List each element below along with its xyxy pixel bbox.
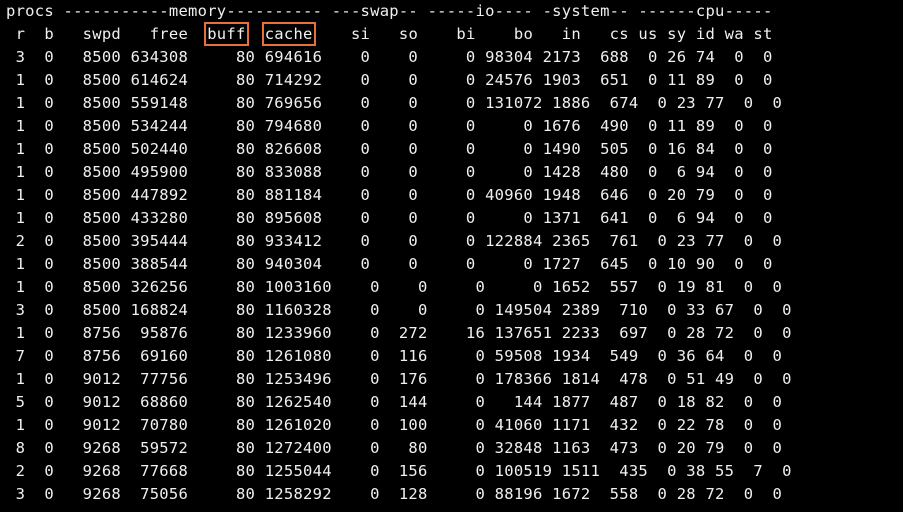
vmstat-row: 1 0 8500 433280 80 895608 0 0 0 0 1371 6… bbox=[6, 209, 773, 227]
vmstat-row: 2 0 9268 77668 80 1255044 0 156 0 100519… bbox=[6, 462, 792, 480]
header-group-line: procs -----------memory---------- ---swa… bbox=[6, 2, 773, 20]
vmstat-row: 1 0 9012 77756 80 1253496 0 176 0 178366… bbox=[6, 370, 792, 388]
vmstat-row: 8 0 9268 59572 80 1272400 0 80 0 32848 1… bbox=[6, 439, 783, 457]
buff-column-header: buff bbox=[204, 22, 249, 46]
vmstat-row: 3 0 8500 634308 80 694616 0 0 0 98304 21… bbox=[6, 48, 773, 66]
header-columns-left: r b swpd free bbox=[6, 25, 208, 43]
vmstat-row: 1 0 8500 326256 80 1003160 0 0 0 0 1652 … bbox=[6, 278, 783, 296]
vmstat-row: 1 0 8500 495900 80 833088 0 0 0 0 1428 4… bbox=[6, 163, 773, 181]
vmstat-row: 7 0 8756 69160 80 1261080 0 116 0 59508 … bbox=[6, 347, 783, 365]
vmstat-row: 1 0 8500 614624 80 714292 0 0 0 24576 19… bbox=[6, 71, 773, 89]
header-column-line: r b swpd free buff cache si so bi bo in … bbox=[6, 22, 903, 46]
header-columns-gap bbox=[246, 25, 265, 43]
vmstat-row: 1 0 8756 95876 80 1233960 0 272 16 13765… bbox=[6, 324, 792, 342]
vmstat-row: 1 0 8500 447892 80 881184 0 0 0 40960 19… bbox=[6, 186, 773, 204]
cache-column-header: cache bbox=[261, 22, 316, 46]
vmstat-row: 1 0 9012 70780 80 1261020 0 100 0 41060 … bbox=[6, 416, 783, 434]
vmstat-row: 1 0 8500 388544 80 940304 0 0 0 0 1727 6… bbox=[6, 255, 773, 273]
vmstat-row: 1 0 8500 502440 80 826608 0 0 0 0 1490 5… bbox=[6, 140, 773, 158]
vmstat-row: 3 0 9268 75056 80 1258292 0 128 0 88196 … bbox=[6, 485, 783, 503]
header-columns-right: si so bi bo in cs us sy id wa st bbox=[312, 25, 773, 43]
vmstat-row: 1 0 8500 534244 80 794680 0 0 0 0 1676 4… bbox=[6, 117, 773, 135]
vmstat-row: 3 0 8500 168824 80 1160328 0 0 0 149504 … bbox=[6, 301, 792, 319]
vmstat-row: 2 0 8500 395444 80 933412 0 0 0 122884 2… bbox=[6, 232, 783, 250]
vmstat-row: 5 0 9012 68860 80 1262540 0 144 0 144 18… bbox=[6, 393, 783, 411]
vmstat-row: 1 0 8500 559148 80 769656 0 0 0 131072 1… bbox=[6, 94, 783, 112]
terminal-output: procs -----------memory---------- ---swa… bbox=[6, 0, 903, 512]
